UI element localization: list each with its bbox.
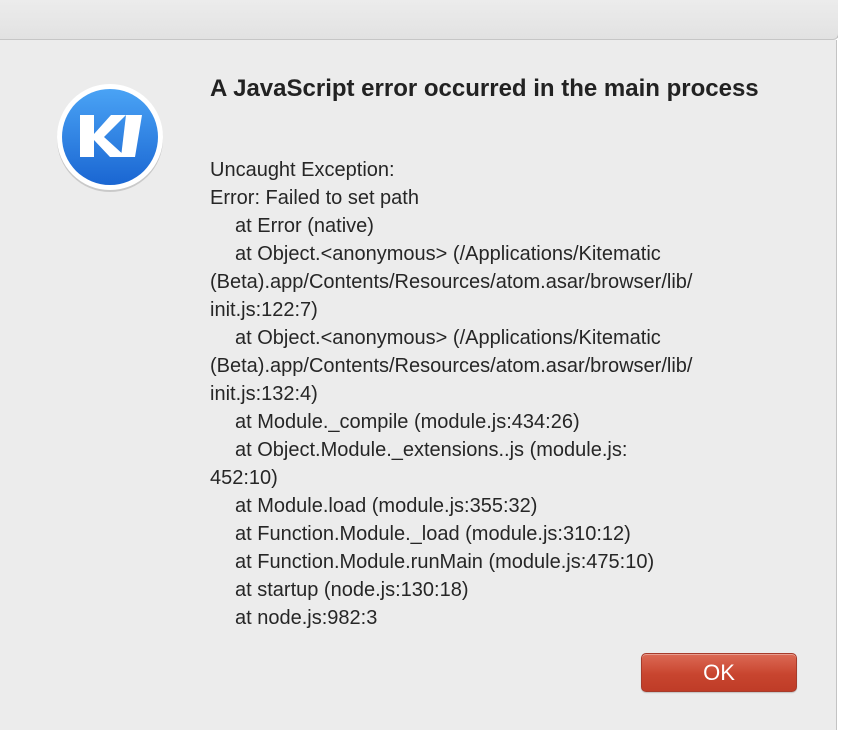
stack-trace-line: at Module._compile (module.js:434:26): [235, 411, 580, 433]
stack-trace-line: 452:10): [210, 467, 278, 489]
stack-trace-line: at node.js:982:3: [235, 607, 378, 629]
kitematic-app-icon: [57, 84, 163, 192]
stack-trace-line: at Module.load (module.js:355:32): [235, 495, 538, 517]
message-line: Error: Failed to set path: [210, 187, 419, 209]
stack-trace-line: (Beta).app/Contents/Resources/atom.asar/…: [210, 355, 693, 377]
stack-trace-line: at Error (native): [235, 215, 374, 237]
stack-trace-line: at Object.Module._extensions..js (module…: [235, 439, 628, 461]
stack-trace-line: init.js:122:7): [210, 299, 318, 321]
stack-trace-line: init.js:132:4): [210, 383, 318, 405]
stack-trace-line: at Function.Module._load (module.js:310:…: [235, 523, 631, 545]
dialog-title: A JavaScript error occurred in the main …: [210, 75, 759, 102]
stack-trace-line: at Object.<anonymous> (/Applications/Kit…: [235, 327, 661, 349]
message-line: Uncaught Exception:: [210, 159, 395, 181]
parent-window-edge: [0, 0, 839, 40]
desktop-edge: [838, 0, 842, 730]
ok-button[interactable]: OK: [641, 653, 797, 692]
error-dialog: A JavaScript error occurred in the main …: [0, 40, 837, 730]
stack-trace-line: at Function.Module.runMain (module.js:47…: [235, 551, 655, 573]
stack-trace-line: at Object.<anonymous> (/Applications/Kit…: [235, 243, 661, 265]
stack-trace-line: at startup (node.js:130:18): [235, 579, 469, 601]
error-message: Uncaught Exception: Error: Failed to set…: [210, 156, 790, 632]
stack-trace-line: (Beta).app/Contents/Resources/atom.asar/…: [210, 271, 693, 293]
